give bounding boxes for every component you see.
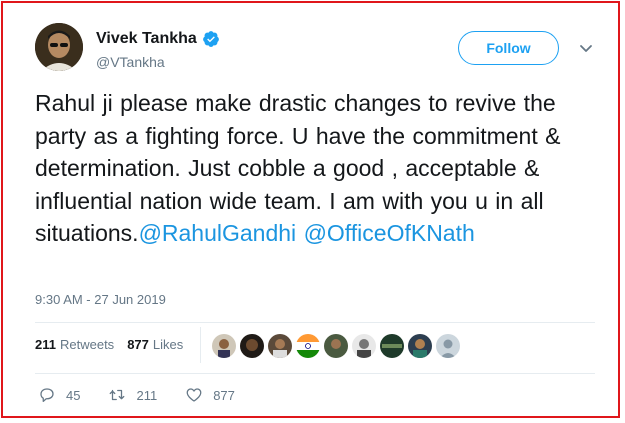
retweet-count: 211 xyxy=(136,387,158,403)
retweets-count: 211 xyxy=(35,337,56,352)
liker-avatar-flag[interactable] xyxy=(296,334,320,358)
liker-avatar[interactable] xyxy=(380,334,404,358)
divider xyxy=(35,373,595,374)
liker-avatar[interactable] xyxy=(268,334,292,358)
verified-badge-icon xyxy=(202,31,219,47)
tweet-stats: 211 Retweets 877 Likes xyxy=(35,337,183,352)
liker-avatar[interactable] xyxy=(408,334,432,358)
liker-avatar[interactable] xyxy=(352,334,376,358)
liker-avatar-default[interactable] xyxy=(436,334,460,358)
retweet-button[interactable]: 211 xyxy=(108,386,157,404)
mention-rahulgandhi[interactable]: @RahulGandhi xyxy=(139,220,297,246)
divider xyxy=(35,322,595,323)
liker-avatar[interactable] xyxy=(324,334,348,358)
retweets-label: Retweets xyxy=(59,337,115,352)
tweet-actions: 45 211 877 xyxy=(38,386,263,404)
tweet-text: Rahul ji please make drastic changes to … xyxy=(35,90,561,246)
liker-avatar[interactable] xyxy=(212,334,236,358)
follow-button[interactable]: Follow xyxy=(458,31,559,65)
user-name-text[interactable]: Vivek Tankha xyxy=(96,30,197,48)
user-avatar[interactable] xyxy=(35,23,83,71)
chevron-down-icon[interactable] xyxy=(578,40,594,56)
tweet-body: Rahul ji please make drastic changes to … xyxy=(35,87,595,250)
likes-count: 877 xyxy=(127,337,149,352)
likes-stat[interactable]: 877 Likes xyxy=(127,337,183,352)
mention-officeofknath[interactable]: @OfficeOfKNath xyxy=(304,220,475,246)
user-handle[interactable]: @VTankha xyxy=(96,54,165,70)
like-button[interactable]: 877 xyxy=(185,386,235,404)
liker-avatars xyxy=(212,334,460,358)
likes-label: Likes xyxy=(152,337,184,352)
reply-button[interactable]: 45 xyxy=(38,386,80,404)
stats-divider xyxy=(200,327,201,363)
reply-icon xyxy=(40,388,54,403)
liker-avatar[interactable] xyxy=(240,334,264,358)
like-icon xyxy=(186,388,202,402)
user-display-name[interactable]: Vivek Tankha xyxy=(96,30,220,48)
tweet-timestamp[interactable]: 9:30 AM - 27 Jun 2019 xyxy=(35,292,166,307)
retweets-stat[interactable]: 211 Retweets xyxy=(35,337,114,352)
reply-count: 45 xyxy=(66,387,81,403)
retweet-icon xyxy=(110,389,125,401)
like-count: 877 xyxy=(213,387,235,403)
